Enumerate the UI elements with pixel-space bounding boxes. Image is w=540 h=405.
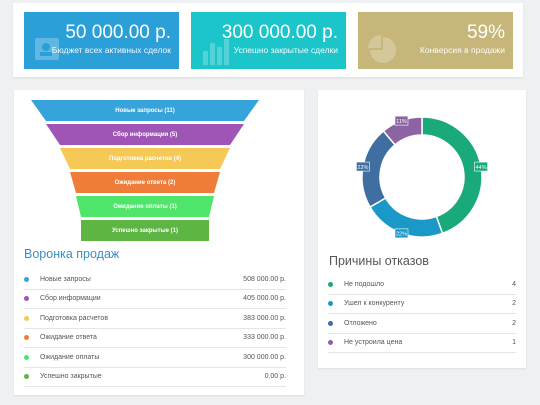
kpi-card-closed-deals[interactable]: 300 000.00 р. Успешно закрытые сделки xyxy=(191,12,346,69)
reason-label: Отложено xyxy=(344,319,377,327)
funnel-segment[interactable]: Сбор информации (5) xyxy=(46,124,244,145)
rejection-donut-chart: 44% 22% 22% 11% xyxy=(356,115,488,239)
funnel-segment[interactable]: Подготовка расчетов (4) xyxy=(60,148,230,169)
stage-amount: 405 000.00 р. xyxy=(243,295,286,303)
sales-funnel-panel: Новые запросы (11) Сбор информации (5) Под… xyxy=(14,90,304,395)
kpi-panel: 50 000.00 р. Бюджет всех активных сделок… xyxy=(13,3,523,77)
funnel-title: Воронка продаж xyxy=(24,247,120,261)
kpi-label: Конверсия в продажи xyxy=(419,45,505,55)
reason-row[interactable]: Ушел к конкуренту 2 xyxy=(328,295,516,314)
donut-value-label: 44% xyxy=(474,161,488,172)
reason-color-dot xyxy=(328,281,333,287)
funnel-list-row[interactable]: Новые запросы 508 000.00 р. xyxy=(24,270,286,290)
reason-label: Не устроила цена xyxy=(344,339,403,347)
donut-value-text: 11% xyxy=(396,119,407,125)
stage-label: Ожидание оплаты xyxy=(40,353,100,361)
reason-label: Ушел к конкуренту xyxy=(344,300,405,308)
funnel-segment[interactable]: Новые запросы (11) xyxy=(31,100,259,121)
reason-label: Не подошло xyxy=(344,280,385,288)
funnel-list-row[interactable]: Сбор информации 405 000.00 р. xyxy=(24,290,286,309)
stage-label: Новые запросы xyxy=(40,275,91,283)
stage-label: Подготовка расчетов xyxy=(40,314,109,322)
donut-value-label: 22% xyxy=(356,161,370,172)
stage-color-dot xyxy=(24,335,29,341)
reason-count: 1 xyxy=(512,339,516,347)
donut-value-text: 22% xyxy=(357,165,368,171)
reason-color-dot xyxy=(328,340,333,346)
stage-label: Ожидание ответа xyxy=(40,334,97,342)
donut-slice[interactable] xyxy=(421,116,483,235)
funnel-list-row[interactable]: Ожидание ответа 333 000.00 р. xyxy=(24,329,286,348)
donut-value-text: 22% xyxy=(396,232,407,238)
stage-color-dot xyxy=(24,276,29,282)
kpi-card-conversion[interactable]: 59% Конверсия в продажи xyxy=(358,12,513,69)
reason-row[interactable]: Отложено 2 xyxy=(328,314,516,334)
reason-color-dot xyxy=(328,301,333,307)
reason-row[interactable]: Не устроила цена 1 xyxy=(328,334,516,353)
reason-count: 4 xyxy=(512,280,516,288)
donut-value-label: 22% xyxy=(394,228,409,239)
funnel-list-row[interactable]: Подготовка расчетов 383 000.00 р. xyxy=(24,309,286,329)
funnel-segment[interactable]: Ожидание ответа (2) xyxy=(70,172,220,193)
stage-amount: 300 000.00 р. xyxy=(243,353,286,361)
rejection-reasons-panel: 44% 22% 22% 11% Причины отказов Не подошло 4… xyxy=(318,90,526,368)
funnel-segment[interactable]: Успешно закрытые (1) xyxy=(81,220,209,241)
stage-color-dot xyxy=(24,296,29,302)
stage-color-dot xyxy=(24,374,29,380)
stage-amount: 0.00 р. xyxy=(264,373,286,381)
kpi-card-budget[interactable]: 50 000.00 р. Бюджет всех активных сделок xyxy=(24,12,179,69)
stage-amount: 383 000.00 р. xyxy=(243,314,286,322)
stage-label: Успешно закрытые xyxy=(40,373,102,381)
reason-color-dot xyxy=(328,320,333,326)
reason-row[interactable]: Не подошло 4 xyxy=(328,275,516,295)
donut-value-text: 44% xyxy=(476,165,487,171)
reason-count: 2 xyxy=(512,319,516,327)
funnel-segment[interactable]: Ожидание оплаты (1) xyxy=(76,196,214,217)
funnel-list-row[interactable]: Успешно закрытые 0.00 р. xyxy=(24,368,286,387)
funnel-list-row[interactable]: Ожидание оплаты 300 000.00 р. xyxy=(24,348,286,368)
stage-label: Сбор информации xyxy=(40,295,101,303)
donut-value-label: 11% xyxy=(394,115,409,126)
kpi-label: Успешно закрытые сделки xyxy=(233,45,338,55)
stage-amount: 333 000.00 р. xyxy=(243,334,286,342)
reasons-title: Причины отказов xyxy=(329,254,429,268)
stage-amount: 508 000.00 р. xyxy=(243,275,286,283)
kpi-label: Бюджет всех активных сделок xyxy=(51,45,171,55)
reason-count: 2 xyxy=(512,300,516,308)
stage-color-dot xyxy=(24,315,29,321)
stage-color-dot xyxy=(24,354,29,360)
